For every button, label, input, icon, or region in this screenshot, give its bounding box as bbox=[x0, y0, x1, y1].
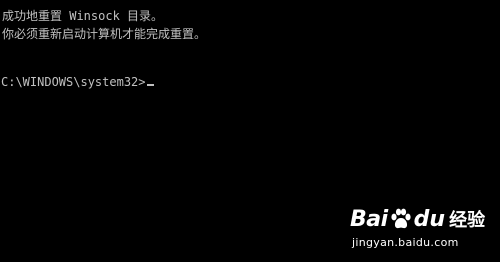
console-output-line-2: 你必须重新启动计算机才能完成重置。 bbox=[2, 27, 207, 41]
command-prompt: C:\WINDOWS\system32> bbox=[1, 75, 146, 89]
watermark-logo: Bai du 经验 bbox=[350, 204, 485, 234]
paw-icon bbox=[391, 208, 411, 229]
text-cursor bbox=[146, 84, 154, 86]
watermark-brand-left: Bai bbox=[350, 206, 388, 232]
baidu-jingyan-watermark: Bai du 经验 jingyan.baidu.com bbox=[350, 204, 490, 254]
watermark-url: jingyan.baidu.com bbox=[352, 236, 459, 249]
command-prompt-line[interactable]: C:\WINDOWS\system32> bbox=[1, 75, 154, 89]
console-output-line-1: 成功地重置 Winsock 目录。 bbox=[2, 9, 164, 23]
watermark-product: 经验 bbox=[449, 210, 486, 231]
watermark-brand-right: du bbox=[413, 206, 446, 232]
